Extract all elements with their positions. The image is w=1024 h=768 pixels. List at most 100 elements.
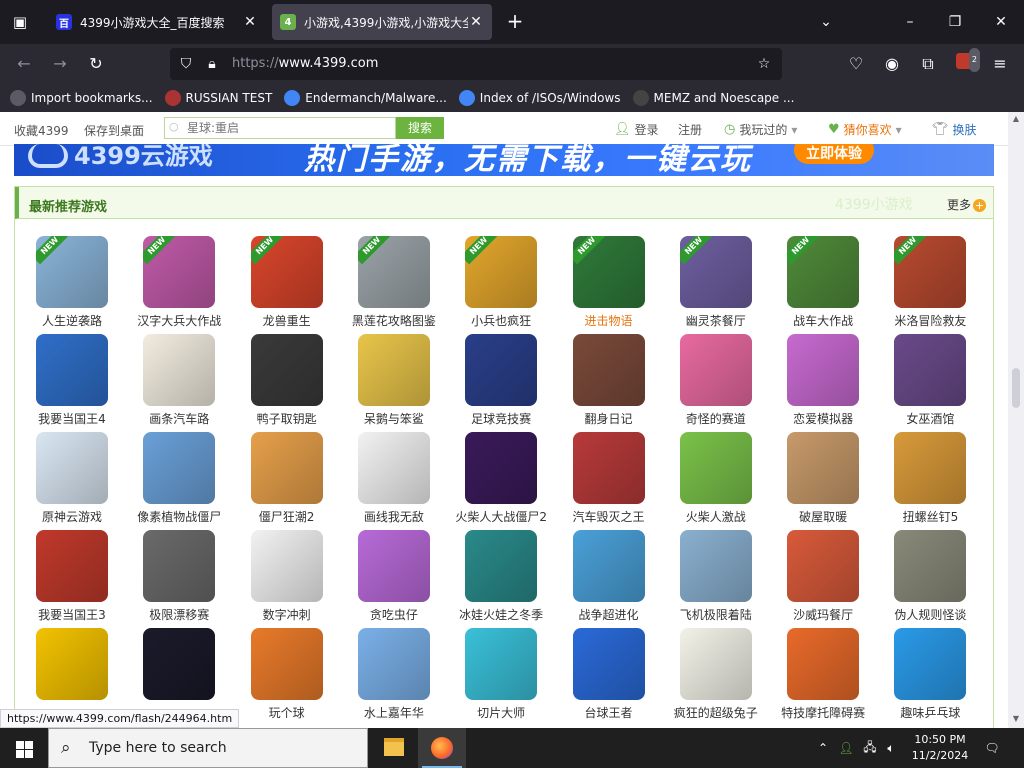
game-card[interactable]: NEW 小兵也疯狂 [443,236,550,334]
game-thumbnail[interactable] [787,628,860,700]
game-thumbnail[interactable] [465,334,538,406]
game-name[interactable]: 翻身日记 [551,410,667,427]
tracking-shield-icon[interactable]: ⛉ [174,52,198,76]
game-thumbnail[interactable]: NEW [465,236,538,308]
game-name[interactable]: 台球王者 [551,704,667,721]
collect-link[interactable]: 收藏4399 [14,122,69,139]
game-name[interactable]: 冰娃火娃之冬季 [443,606,559,623]
game-name[interactable]: 龙兽重生 [229,312,345,329]
game-thumbnail[interactable] [143,628,216,700]
network-icon[interactable]: 🖧︎ [860,728,880,768]
login-link[interactable]: 👤︎ 登录 [614,121,659,138]
tab-4399[interactable]: 4 小游戏,4399小游戏,小游戏大全 ✕ [272,4,492,40]
notifications-icon[interactable]: 🗨︎ [982,728,1002,768]
scroll-down-arrow-icon[interactable]: ▼ [1010,714,1022,726]
game-card[interactable]: 极限漂移赛 [121,530,228,628]
game-thumbnail[interactable] [679,530,752,602]
game-name[interactable]: 贪吃虫仔 [336,606,452,623]
game-name[interactable]: 原神云游戏 [14,508,130,525]
site-search-button[interactable]: 搜索 [396,117,444,139]
scrollbar-thumb[interactable] [1012,368,1020,408]
game-card[interactable]: 呆鹅与笨鲨 [336,334,443,432]
bookmark-item[interactable]: Index of /ISOs/Windows [458,90,621,106]
cloud-game-banner[interactable]: 4399云游戏 热门手游，无需下载，一键云玩 立即体验 [14,144,994,176]
game-card[interactable]: 飞机极限着陆 [658,530,765,628]
more-link[interactable]: 更多 + [947,196,987,213]
bookmark-item[interactable]: Import bookmarks... [10,90,153,106]
game-card[interactable]: 我要当国王3 [14,530,121,628]
game-name[interactable]: 沙威玛餐厅 [765,606,881,623]
game-name[interactable]: 画条汽车路 [121,410,237,427]
game-thumbnail[interactable] [250,530,323,602]
game-card[interactable]: 火柴人激战 [658,432,765,530]
game-name[interactable]: 女巫酒馆 [872,410,988,427]
game-name[interactable]: 火柴人激战 [658,508,774,525]
skin-link[interactable]: 👕︎ 换肤 [932,121,977,138]
game-card[interactable]: NEW 战车大作战 [765,236,872,334]
close-tab-icon[interactable]: ✕ [468,14,484,30]
game-thumbnail[interactable]: NEW [36,236,108,308]
game-card[interactable]: 切片大师 [443,628,550,726]
page-scrollbar[interactable]: ▲ ▼ [1008,112,1024,728]
tab-list-icon[interactable]: ▣ [8,10,32,34]
game-thumbnail[interactable] [572,628,645,700]
game-card[interactable]: 战争超进化 [551,530,658,628]
game-card[interactable]: 火柴人大战僵尸2 [443,432,550,530]
game-thumbnail[interactable] [36,334,108,406]
addon-ublock-icon[interactable]: 2 [952,48,980,76]
game-thumbnail[interactable] [465,530,538,602]
game-card[interactable]: 特技摩托障碍赛 [765,628,872,726]
game-card[interactable]: 奇怪的赛道 [658,334,765,432]
game-thumbnail[interactable] [357,530,430,602]
game-card[interactable]: 汽车毁灭之王 [551,432,658,530]
game-card[interactable]: 沙威玛餐厅 [765,530,872,628]
url-text[interactable]: https://www.4399.com [232,56,378,71]
game-name[interactable]: 足球竞技赛 [443,410,559,427]
game-name[interactable]: 扭螺丝钉5 [872,508,988,525]
game-thumbnail[interactable] [679,432,752,504]
taskbar-clock[interactable]: 10:50 PM 11/2/2024 [900,732,980,764]
game-card[interactable]: 原神云游戏 [14,432,121,530]
site-search-input[interactable] [165,118,365,138]
game-thumbnail[interactable]: NEW [143,236,216,308]
game-thumbnail[interactable] [679,628,752,700]
game-name[interactable]: 幽灵茶餐厅 [658,312,774,329]
game-thumbnail[interactable]: NEW [679,236,752,308]
game-card[interactable]: NEW 黑莲花攻略图鉴 [336,236,443,334]
game-name[interactable]: 切片大师 [443,704,559,721]
game-thumbnail[interactable] [250,432,323,504]
game-thumbnail[interactable] [357,334,430,406]
game-thumbnail[interactable] [572,334,645,406]
game-card[interactable]: 疯狂的超级兔子 [658,628,765,726]
game-card[interactable]: NEW 人生逆袭路 [14,236,121,334]
game-thumbnail[interactable] [572,530,645,602]
game-thumbnail[interactable] [787,530,860,602]
game-thumbnail[interactable] [143,432,216,504]
game-card[interactable]: 像素植物战僵尸 [121,432,228,530]
game-name[interactable]: 玩个球 [229,704,345,721]
game-thumbnail[interactable] [894,530,967,602]
game-thumbnail[interactable] [787,334,860,406]
game-card[interactable]: 画线我无敌 [336,432,443,530]
user-status-icon[interactable]: 👤︎ [836,728,856,768]
game-name[interactable]: 特技摩托障碍赛 [765,704,881,721]
game-thumbnail[interactable] [36,530,108,602]
pocket-icon[interactable]: ♡ [844,52,868,76]
game-card[interactable]: NEW 进击物语 [551,236,658,334]
game-name[interactable]: 恋爱模拟器 [765,410,881,427]
game-card[interactable]: 我要当国王4 [14,334,121,432]
game-card[interactable]: 恋爱模拟器 [765,334,872,432]
bookmark-item[interactable]: MEMZ and Noescape ... [632,90,794,106]
game-name[interactable]: 小兵也疯狂 [443,312,559,329]
game-thumbnail[interactable]: NEW [250,236,323,308]
game-card[interactable]: 冰娃火娃之冬季 [443,530,550,628]
game-name[interactable]: 汉字大兵大作战 [121,312,237,329]
game-name[interactable]: 僵尸狂潮2 [229,508,345,525]
game-thumbnail[interactable] [357,628,430,700]
address-bar[interactable]: ⛉ 🔒︎ https://www.4399.com ☆ [170,48,782,80]
game-card[interactable]: 数字冲刺 [229,530,336,628]
game-thumbnail[interactable] [250,628,323,700]
game-thumbnail[interactable] [36,432,108,504]
list-all-tabs-chevron-icon[interactable]: ⌄ [814,10,838,34]
firefox-taskbar-button[interactable] [418,728,466,768]
